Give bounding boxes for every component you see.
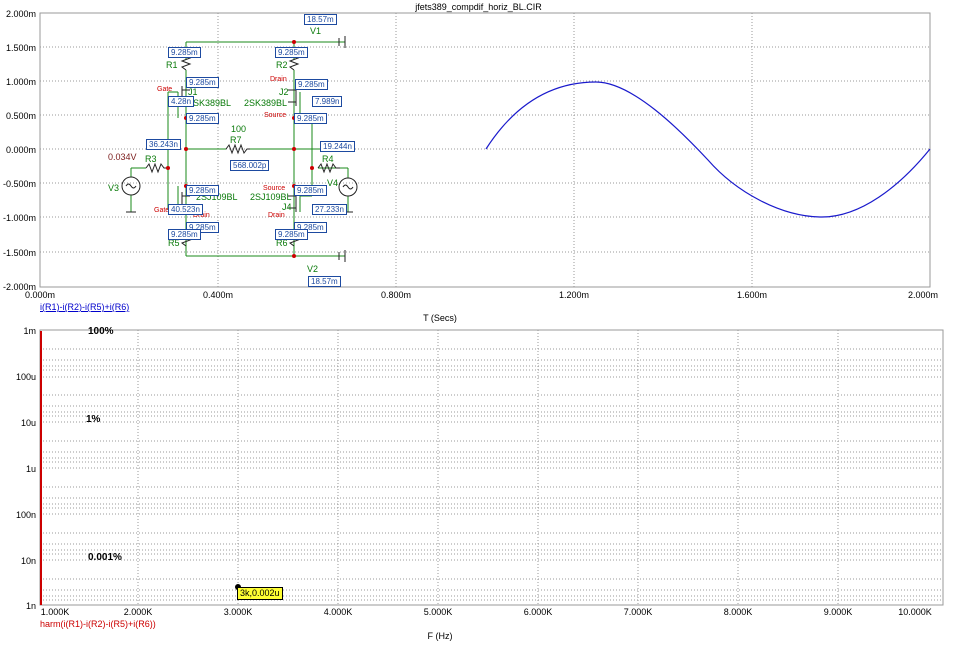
top-trace-line [485,81,931,218]
gate-label-j3: Gate [154,207,170,214]
bottom-y-tick: 1m [23,326,36,336]
top-x-tick: 0.000m [24,290,56,300]
bottom-x-tick: 3.000K [223,607,253,617]
top-y-tick: 0.000m [5,145,36,155]
current-box: 9.285m [186,185,219,196]
j4-part: 2SJ109BL [250,192,292,202]
bottom-x-tick: 2.000K [123,607,153,617]
percent-label-100: 100% [88,326,114,337]
r7-value: 100 [231,124,247,134]
current-box: 9.285m [294,113,327,124]
top-y-tick: 0.500m [5,111,36,121]
top-x-tick: 0.800m [380,290,412,300]
current-box: 7.989n [312,96,343,107]
j2-part: 2SK389BL [244,98,288,108]
bottom-x-tick: 5.000K [423,607,453,617]
current-box: 9.285m [275,229,308,240]
top-y-tick: -0.500m [2,179,36,189]
r7-label: R7 [230,135,242,145]
cursor-value-tag[interactable]: 3k,0.002u [237,587,283,600]
current-box: 40.523n [168,204,203,215]
top-trace-label[interactable]: i(R1)-i(R2)-i(R5)+i(R6) [40,302,129,312]
top-x-tick: 0.400m [202,290,234,300]
source-label-j2: Source [264,112,287,119]
current-box: 36.243n [146,139,181,150]
top-y-tick: -1.500m [2,248,36,258]
bottom-x-axis-title: F (Hz) [427,631,453,641]
bottom-y-tick: 10u [20,418,36,428]
bottom-x-tick: 9.000K [823,607,853,617]
drain-label-j2: Drain [270,76,287,83]
current-box: 9.285m [275,47,308,58]
current-label-bottom: 18.57m [308,276,341,287]
r3-label: R3 [145,154,157,164]
bottom-y-tick: 100n [15,510,36,520]
top-y-tick: 1.000m [5,77,36,87]
current-box: 19.244n [320,141,355,152]
j4-label: J4 [282,202,292,212]
bottom-x-tick: 1.000K [40,607,70,617]
current-box: 9.285m [168,229,201,240]
v2-label: V2 [307,264,319,274]
bottom-x-tick: 10.000K [898,607,932,617]
j1-part: 2SK389BL [188,98,232,108]
top-x-axis-title: T (Secs) [423,313,457,323]
current-label-top: 18.57m [304,14,337,25]
source-label-j4: Source [263,185,286,192]
j2-label: J2 [279,87,289,97]
top-y-tick: 2.000m [5,9,36,19]
plot-canvas[interactable] [0,0,957,647]
current-box: 27.233n [312,204,347,215]
top-x-tick: 2.000m [907,290,939,300]
top-x-tick: 1.600m [736,290,768,300]
current-box: 9.285m [168,47,201,58]
current-box: 4.28n [168,96,195,107]
current-box: 9.285m [186,77,219,88]
bottom-trace-label[interactable]: harm(i(R1)-i(R2)-i(R5)+i(R6)) [40,619,156,629]
r1-label: R1 [166,60,178,70]
drain-label-j4: Drain [268,212,285,219]
bottom-x-tick: 7.000K [623,607,653,617]
bottom-plot-grid [40,330,943,605]
bottom-x-tick: 6.000K [523,607,553,617]
percent-label-1: 1% [86,414,101,425]
r4-label: R4 [322,154,334,164]
top-y-tick: 1.500m [5,43,36,53]
v3-value: 0.034V [108,152,137,162]
gate-label-j1: Gate [157,86,173,93]
current-box: 9.285m [294,185,327,196]
current-box: 568.002p [230,160,270,171]
r2-label: R2 [276,60,288,70]
top-y-tick: -1.000m [2,213,36,223]
v3-label: V3 [108,183,120,193]
percent-label-0001: 0.001% [88,552,122,563]
bottom-y-tick: 100u [15,372,36,382]
bottom-y-tick: 1u [25,464,36,474]
v4-label: V4 [327,178,339,188]
current-box: 9.285m [186,113,219,124]
top-x-tick: 1.200m [558,290,590,300]
current-box: 9.285m [295,79,328,90]
v1-label: V1 [310,26,322,36]
bottom-y-tick: 10n [20,556,36,566]
bottom-x-tick: 4.000K [323,607,353,617]
bottom-x-tick: 8.000K [723,607,753,617]
